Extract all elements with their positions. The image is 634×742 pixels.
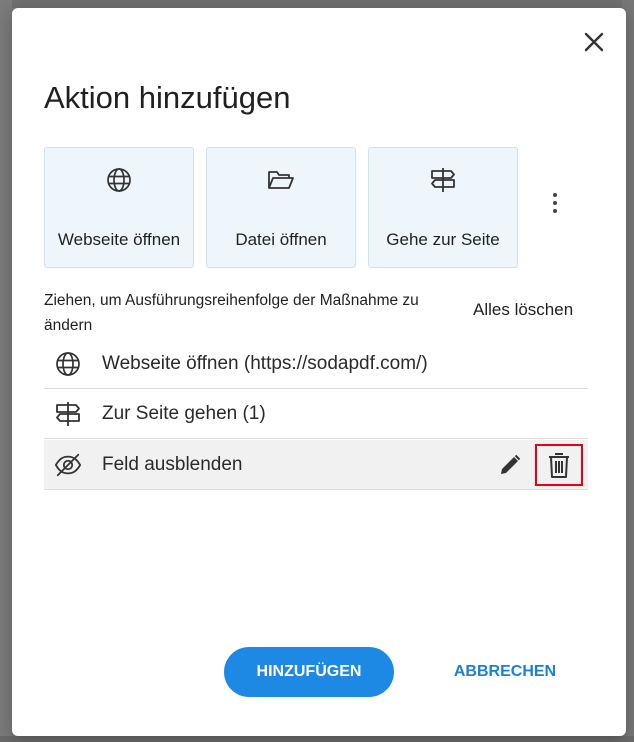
edit-action-button[interactable] — [496, 451, 524, 479]
action-label: Zur Seite gehen (1) — [102, 403, 266, 424]
action-label: Webseite öffnen (https://sodapdf.com/) — [102, 353, 428, 374]
tile-label: Datei öffnen — [235, 230, 327, 249]
trash-icon — [549, 453, 569, 478]
close-button[interactable] — [580, 28, 608, 56]
reorder-hint: Ziehen, um Ausführungsreihenfolge der Ma… — [44, 292, 419, 334]
delete-action-button[interactable] — [535, 444, 583, 486]
eye-off-icon — [54, 453, 82, 477]
more-vertical-icon — [553, 193, 557, 197]
signpost-icon — [431, 168, 455, 192]
dialog-title: Aktion hinzufügen — [44, 80, 291, 115]
tile-label: Gehe zur Seite — [386, 230, 500, 249]
signpost-icon — [56, 402, 80, 426]
add-button[interactable]: HINZUFÜGEN — [224, 647, 394, 697]
action-item-hide-field[interactable]: Feld ausblenden — [44, 440, 588, 490]
folder-open-icon — [268, 171, 294, 189]
action-item-go-to-page[interactable]: Zur Seite gehen (1) — [44, 389, 588, 439]
background-app-top — [0, 0, 634, 8]
add-action-dialog: Aktion hinzufügen Webseite öffnen Datei — [12, 8, 626, 736]
more-options-button[interactable] — [544, 190, 566, 216]
tile-go-to-page[interactable]: Gehe zur Seite — [368, 147, 518, 268]
action-item-open-webpage[interactable]: Webseite öffnen (https://sodapdf.com/) — [44, 339, 588, 389]
globe-icon — [107, 168, 131, 192]
globe-icon — [56, 352, 80, 376]
cancel-button[interactable]: ABBRECHEN — [440, 647, 570, 697]
background-app-bottom — [0, 736, 634, 742]
pencil-icon — [501, 454, 521, 474]
tile-open-file[interactable]: Datei öffnen — [206, 147, 356, 268]
tile-open-webpage[interactable]: Webseite öffnen — [44, 147, 194, 268]
tile-label: Webseite öffnen — [57, 230, 181, 249]
background-app-left — [0, 0, 12, 742]
close-icon — [584, 32, 604, 52]
action-label: Feld ausblenden — [102, 454, 243, 475]
clear-all-button[interactable]: Alles löschen — [473, 300, 573, 320]
